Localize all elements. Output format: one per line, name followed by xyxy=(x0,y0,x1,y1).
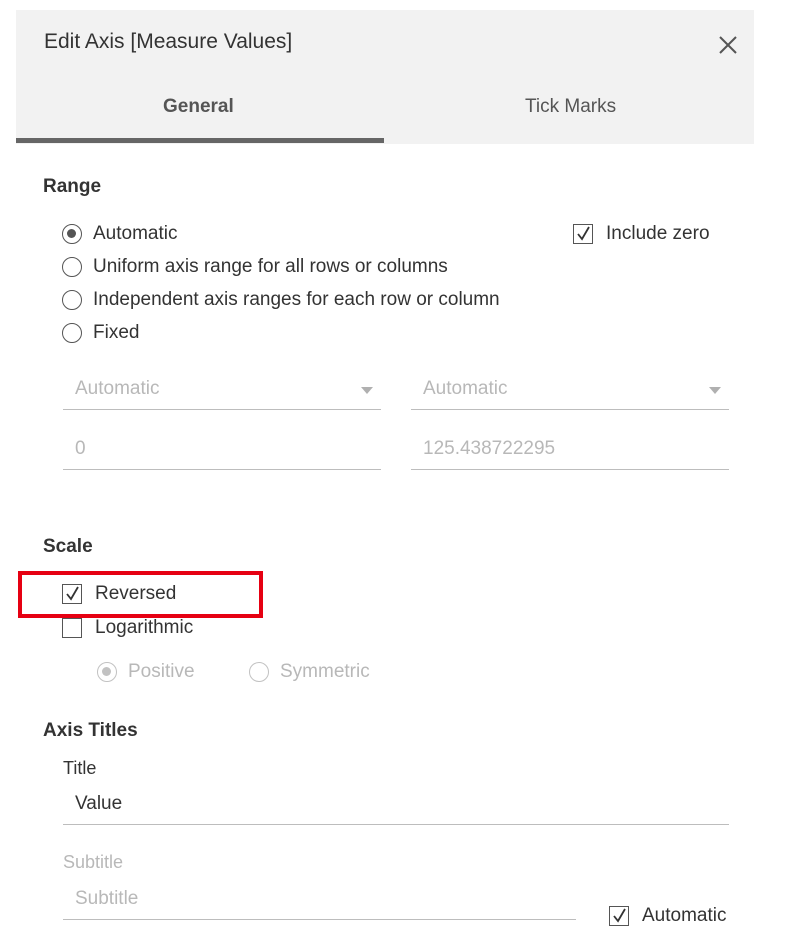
active-tab-indicator xyxy=(16,138,384,143)
close-icon[interactable] xyxy=(713,30,743,60)
scale-heading: Scale xyxy=(43,536,93,557)
range-start-input[interactable]: 0 xyxy=(63,430,381,470)
range-fixed-label: Fixed xyxy=(93,322,140,343)
title-input[interactable]: Value xyxy=(63,785,729,825)
range-start-value: 0 xyxy=(75,438,86,459)
logarithmic-label: Logarithmic xyxy=(95,617,194,638)
radio-icon xyxy=(62,290,82,310)
axis-titles-heading: Axis Titles xyxy=(43,720,138,741)
tab-tick-marks[interactable]: Tick Marks xyxy=(525,96,616,118)
range-fixed-option[interactable]: Fixed xyxy=(62,322,139,344)
subtitle-automatic-checkbox[interactable]: Automatic xyxy=(609,905,726,927)
tab-general[interactable]: General xyxy=(163,96,234,118)
log-symmetric-option[interactable]: Symmetric xyxy=(249,661,370,683)
range-automatic-option[interactable]: Automatic xyxy=(62,223,177,245)
log-symmetric-label: Symmetric xyxy=(280,661,370,682)
title-label: Title xyxy=(63,758,97,778)
range-independent-option[interactable]: Independent axis ranges for each row or … xyxy=(62,289,500,311)
subtitle-automatic-label: Automatic xyxy=(642,905,727,926)
log-positive-option[interactable]: Positive xyxy=(97,661,195,683)
highlight-box xyxy=(18,571,263,618)
range-heading: Range xyxy=(43,176,102,197)
radio-selected-icon xyxy=(62,224,82,244)
title-input-value: Value xyxy=(75,793,123,814)
log-positive-label: Positive xyxy=(128,661,195,682)
logarithmic-checkbox[interactable]: Logarithmic xyxy=(62,617,193,639)
range-uniform-label: Uniform axis range for all rows or colum… xyxy=(93,256,448,277)
checkbox-checked-icon xyxy=(609,906,629,926)
range-uniform-option[interactable]: Uniform axis range for all rows or colum… xyxy=(62,256,448,278)
range-end-input[interactable]: 125.438722295 xyxy=(411,430,729,470)
range-independent-label: Independent axis ranges for each row or … xyxy=(93,289,500,310)
include-zero-checkbox[interactable]: Include zero xyxy=(573,223,710,245)
chevron-down-icon xyxy=(709,387,721,394)
radio-icon xyxy=(62,323,82,343)
radio-icon xyxy=(62,257,82,277)
subtitle-input-placeholder: Subtitle xyxy=(75,888,139,909)
checkbox-checked-icon xyxy=(573,224,593,244)
range-start-select[interactable]: Automatic xyxy=(63,370,381,410)
dialog-header: Edit Axis [Measure Values] General Tick … xyxy=(16,10,754,144)
range-end-select-value: Automatic xyxy=(423,378,508,399)
radio-icon xyxy=(249,662,269,682)
range-end-select[interactable]: Automatic xyxy=(411,370,729,410)
subtitle-input[interactable]: Subtitle xyxy=(63,880,576,920)
range-automatic-label: Automatic xyxy=(93,223,178,244)
include-zero-label: Include zero xyxy=(606,223,710,244)
dialog-title: Edit Axis [Measure Values] xyxy=(44,30,293,53)
radio-selected-icon xyxy=(97,662,117,682)
checkbox-icon xyxy=(62,618,82,638)
range-start-select-value: Automatic xyxy=(75,378,160,399)
chevron-down-icon xyxy=(361,387,373,394)
subtitle-label: Subtitle xyxy=(63,852,124,872)
range-end-value: 125.438722295 xyxy=(423,438,556,459)
